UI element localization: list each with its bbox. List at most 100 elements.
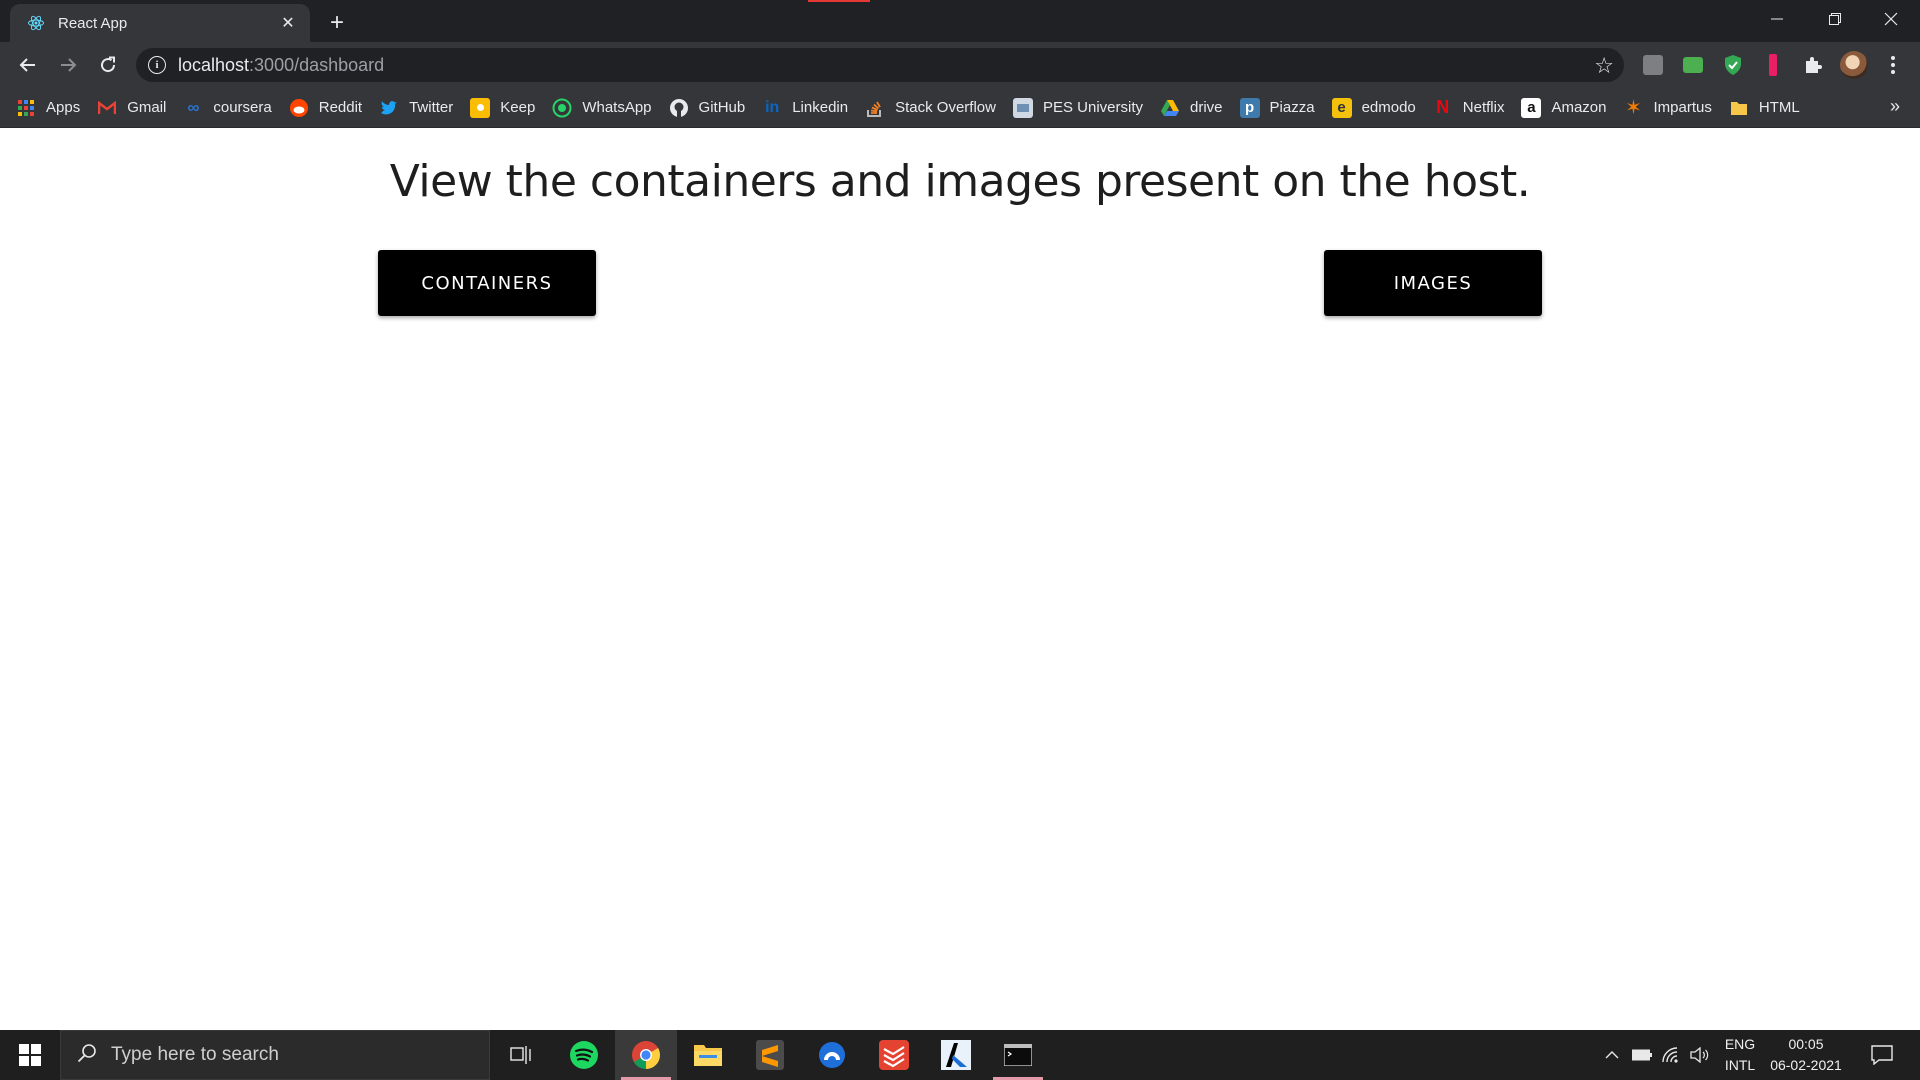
twitter-icon — [379, 98, 399, 118]
bookmark-label: Netflix — [1462, 99, 1505, 116]
bookmark-drive[interactable]: drive — [1160, 94, 1223, 122]
file-explorer-icon[interactable] — [677, 1030, 739, 1080]
stackoverflow-icon — [865, 98, 885, 118]
apps-grid-icon — [16, 98, 36, 118]
wifi-icon[interactable] — [1660, 1030, 1684, 1080]
clock-date: 06-02-2021 — [1770, 1057, 1842, 1073]
battery-icon[interactable] — [1630, 1030, 1654, 1080]
bookmark-label: Apps — [46, 99, 81, 116]
containers-button[interactable]: CONTAINERS — [378, 250, 596, 316]
windows-start-icon[interactable] — [0, 1030, 60, 1080]
page-title: View the containers and images present o… — [389, 156, 1531, 207]
bookmark-github[interactable]: GitHub — [669, 94, 746, 122]
chevron-up-icon[interactable] — [1600, 1030, 1624, 1080]
sublime-text-icon[interactable] — [739, 1030, 801, 1080]
bookmark-label: Keep — [500, 99, 536, 116]
reload-icon[interactable] — [92, 49, 124, 81]
taskbar-search-box[interactable]: Type here to search — [60, 1030, 490, 1080]
bookmark-label: drive — [1190, 99, 1223, 116]
bookmark-impartus[interactable]: ✶ Impartus — [1624, 94, 1712, 122]
more-menu-icon[interactable] — [1880, 52, 1906, 78]
bookmark-label: WhatsApp — [582, 99, 652, 116]
folder-icon — [1729, 98, 1749, 118]
close-icon[interactable]: ✕ — [276, 11, 300, 35]
language-code: ENG — [1724, 1036, 1756, 1052]
linkedin-icon: in — [765, 98, 780, 116]
chrome-icon[interactable] — [615, 1030, 677, 1080]
spotify-icon[interactable] — [553, 1030, 615, 1080]
tab-react-app[interactable]: React App ✕ — [10, 4, 310, 42]
drive-icon — [1160, 98, 1180, 118]
task-view-icon[interactable] — [490, 1030, 552, 1080]
bookmark-edmodo[interactable]: e edmodo — [1331, 94, 1416, 122]
bookmark-pes-university[interactable]: PES University — [1012, 94, 1144, 122]
bookmark-label: coursera — [213, 99, 272, 116]
minimize-icon[interactable] — [1748, 0, 1806, 38]
bookmark-piazza[interactable]: p Piazza — [1239, 94, 1315, 122]
extension-grey-icon[interactable] — [1640, 52, 1666, 78]
volume-icon[interactable] — [1688, 1030, 1712, 1080]
bookmarks-bar: Apps Gmail ∞ coursera Reddit Twitter Kee… — [0, 88, 1920, 128]
bookmark-label: edmodo — [1361, 99, 1416, 116]
bookmark-label: PES University — [1042, 99, 1144, 116]
window-close-icon[interactable] — [1862, 0, 1920, 38]
bookmark-label: HTML — [1758, 99, 1800, 116]
kite-icon[interactable] — [925, 1030, 987, 1080]
clock[interactable]: 00:05 06-02-2021 — [1766, 1030, 1846, 1080]
edmodo-icon: e — [1331, 97, 1352, 118]
browser-toolbar: i localhost:3000/dashboard ☆ — [0, 42, 1920, 88]
search-icon — [77, 1043, 97, 1068]
bookmark-netflix[interactable]: N Netflix — [1433, 94, 1505, 122]
extension-pink-icon[interactable] — [1760, 52, 1786, 78]
bookmark-gmail[interactable]: Gmail — [97, 94, 166, 122]
back-arrow-icon[interactable] — [12, 49, 44, 81]
bookmark-stackoverflow[interactable]: Stack Overflow — [865, 94, 996, 122]
bookmark-whatsapp[interactable]: WhatsApp — [552, 94, 652, 122]
language-indicator[interactable]: ENG INTL — [1718, 1030, 1762, 1080]
images-button[interactable]: IMAGES — [1324, 250, 1542, 316]
pes-icon — [1012, 97, 1033, 118]
address-bar[interactable]: i localhost:3000/dashboard ☆ — [136, 48, 1624, 82]
bookmark-label: Twitter — [409, 99, 454, 116]
browser-circle-icon[interactable] — [801, 1030, 863, 1080]
terminal-icon[interactable] — [987, 1030, 1049, 1080]
todoist-icon[interactable] — [863, 1030, 925, 1080]
whatsapp-icon — [552, 98, 572, 118]
shield-icon[interactable] — [1720, 52, 1746, 78]
bookmark-html-folder[interactable]: HTML — [1729, 94, 1800, 122]
restore-icon[interactable] — [1806, 0, 1864, 38]
forward-arrow-icon[interactable] — [52, 49, 84, 81]
bookmark-linkedin[interactable]: in Linkedin — [762, 94, 848, 122]
bookmark-label: Amazon — [1551, 99, 1607, 116]
github-icon — [669, 98, 689, 118]
extension-mail-icon[interactable] — [1680, 52, 1706, 78]
site-info-icon[interactable]: i — [148, 56, 166, 74]
page-content: View the containers and images present o… — [0, 128, 1920, 1030]
avatar[interactable] — [1840, 51, 1868, 79]
bookmark-star-icon[interactable]: ☆ — [1594, 53, 1614, 79]
bookmark-label: GitHub — [698, 99, 746, 116]
tab-title: React App — [58, 14, 128, 32]
tab-strip: React App ✕ + — [0, 0, 1920, 42]
bookmarks-overflow-chevron[interactable]: » — [1890, 96, 1900, 117]
bookmark-amazon[interactable]: a Amazon — [1521, 94, 1607, 122]
extensions-puzzle-icon[interactable] — [1800, 52, 1826, 78]
new-tab-button[interactable]: + — [322, 8, 352, 38]
bookmark-label: Impartus — [1653, 99, 1712, 116]
recording-indicator — [808, 0, 870, 2]
bookmark-keep[interactable]: Keep — [470, 94, 535, 122]
search-placeholder: Type here to search — [111, 1044, 279, 1065]
gmail-icon — [97, 98, 117, 118]
keyboard-layout: INTL — [1724, 1057, 1756, 1073]
bookmark-label: Reddit — [318, 99, 363, 116]
bookmark-coursera[interactable]: ∞ coursera — [183, 94, 271, 122]
amazon-icon: a — [1521, 97, 1542, 118]
url-host: localhost — [178, 54, 250, 75]
keep-icon — [470, 97, 491, 118]
coursera-icon: ∞ — [187, 97, 200, 117]
notifications-icon[interactable] — [1862, 1030, 1902, 1080]
bookmark-twitter[interactable]: Twitter — [379, 94, 453, 122]
bookmark-apps[interactable]: Apps — [16, 94, 80, 122]
bookmark-reddit[interactable]: Reddit — [289, 94, 362, 122]
impartus-icon: ✶ — [1625, 97, 1642, 119]
